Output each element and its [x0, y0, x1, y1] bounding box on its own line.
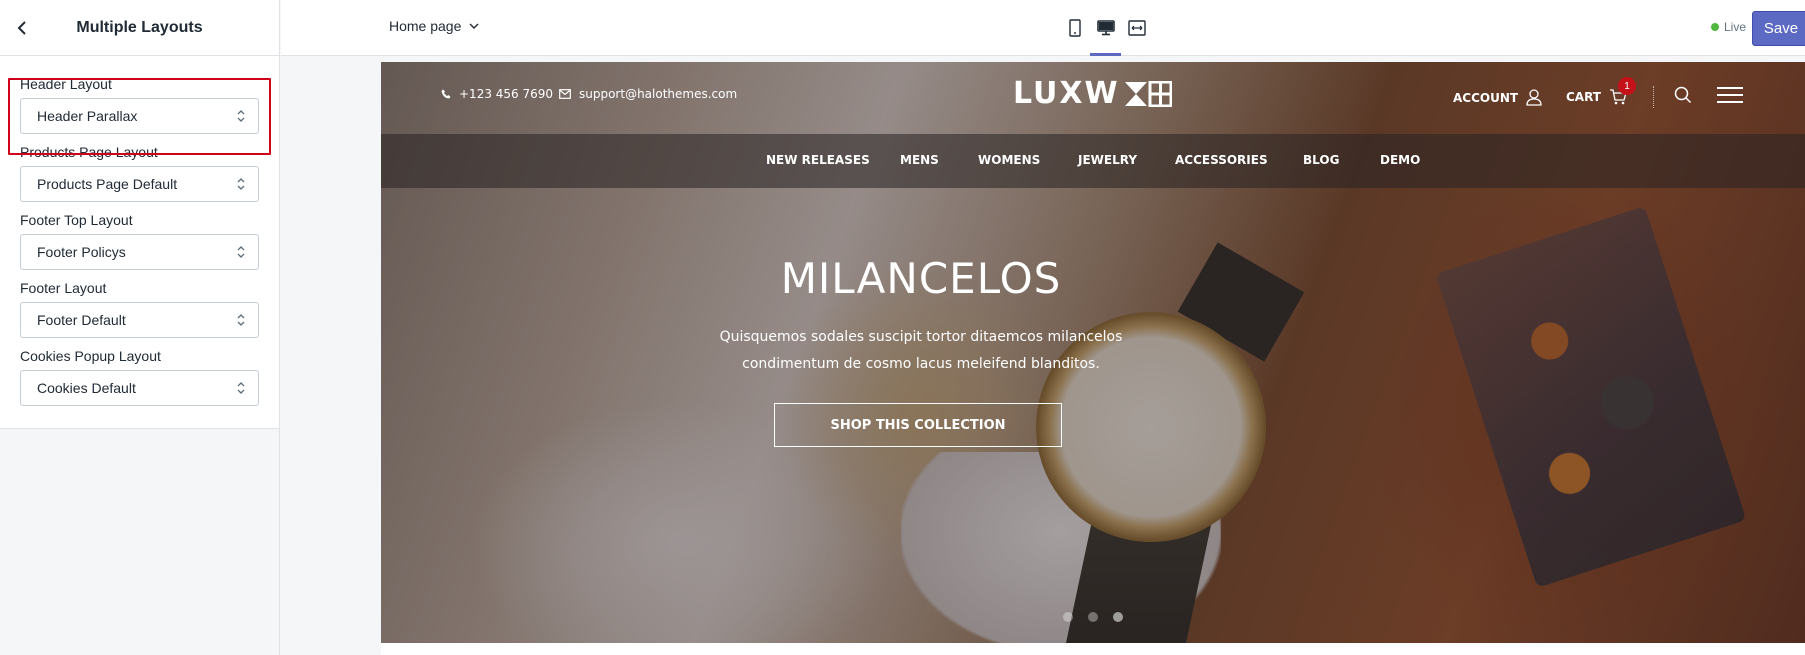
products-page-layout-select[interactable]: Products Page Default: [20, 166, 259, 202]
phone-number: +123 456 7690: [459, 87, 554, 101]
user-icon: [1526, 89, 1542, 106]
select-value: Products Page Default: [37, 176, 178, 192]
field-label: Products Page Layout: [20, 144, 158, 160]
footer-layout-field: Footer Layout Footer Default: [20, 280, 259, 338]
mail-icon: [559, 89, 571, 99]
fullwidth-icon: [1127, 20, 1146, 36]
cookies-popup-layout-select[interactable]: Cookies Default: [20, 370, 259, 406]
fullwidth-view-button[interactable]: [1121, 0, 1152, 56]
logo-mark-icon: [1124, 80, 1172, 107]
hero-subtitle: Quisquemos sodales suscipit tortor ditae…: [719, 329, 1123, 372]
back-button[interactable]: [10, 16, 34, 40]
editor-topbar: Home page Live Save: [281, 0, 1805, 56]
cart-label: CART: [1566, 90, 1601, 104]
chevron-left-icon: [17, 21, 26, 35]
nav-item-blog[interactable]: BLOG: [1303, 153, 1339, 167]
slider-dot[interactable]: [1063, 612, 1073, 622]
mobile-icon: [1068, 19, 1081, 37]
header-divider: [1653, 86, 1654, 108]
account-label: ACCOUNT: [1453, 90, 1519, 105]
live-dot-icon: [1711, 23, 1719, 31]
theme-preview: +123 456 7690 support@halothemes.com LUX…: [381, 62, 1805, 655]
nav-item-womens[interactable]: WOMENS: [978, 153, 1040, 167]
desktop-icon: [1096, 20, 1115, 36]
nav-item-mens[interactable]: MENS: [900, 153, 939, 167]
nav-item-jewelry[interactable]: JEWELRY: [1078, 153, 1137, 167]
sidebar: Multiple Layouts Header Layout Header Pa…: [0, 0, 280, 655]
nav-item-demo[interactable]: DEMO: [1380, 153, 1420, 167]
footer-layout-select[interactable]: Footer Default: [20, 302, 259, 338]
logo-text: LUXW: [1013, 76, 1120, 111]
field-label: Footer Top Layout: [20, 212, 133, 228]
footer-top-layout-field: Footer Top Layout Footer Policys: [20, 212, 259, 270]
header-layout-select[interactable]: Header Parallax: [20, 98, 259, 134]
search-icon[interactable]: [1674, 86, 1692, 104]
select-caret-icon: [237, 382, 245, 394]
store-header: +123 456 7690 support@halothemes.com LUX…: [381, 62, 1805, 132]
field-label: Cookies Popup Layout: [20, 348, 161, 364]
cart-count-badge: 1: [1618, 77, 1636, 95]
layout-settings: Header Layout Header Parallax Products P…: [0, 56, 279, 429]
select-value: Header Parallax: [37, 108, 138, 124]
slider-dot[interactable]: [1088, 612, 1098, 622]
menu-icon[interactable]: [1717, 86, 1743, 104]
select-value: Footer Policys: [37, 244, 126, 260]
live-label: Live: [1724, 20, 1747, 34]
account-link[interactable]: ACCOUNT: [1453, 89, 1542, 106]
slider-dots: [1063, 612, 1123, 622]
nav-item-new-releases[interactable]: NEW RELEASES: [766, 153, 870, 167]
desktop-view-button[interactable]: [1090, 0, 1121, 56]
hero-banner: +123 456 7690 support@halothemes.com LUX…: [381, 62, 1805, 643]
sidebar-title: Multiple Layouts: [76, 18, 203, 36]
select-caret-icon: [237, 246, 245, 258]
phone-icon: [441, 89, 451, 99]
phone-link[interactable]: +123 456 7690: [441, 87, 553, 101]
email-link[interactable]: support@halothemes.com: [559, 87, 737, 101]
field-label: Header Layout: [20, 76, 112, 92]
cart-link[interactable]: CART: [1566, 89, 1627, 105]
select-value: Footer Default: [37, 312, 126, 328]
select-value: Cookies Default: [37, 380, 136, 396]
main-navigation: NEW RELEASES MENS WOMENS JEWELRY ACCESSO…: [381, 134, 1805, 188]
live-status: Live: [1711, 20, 1746, 34]
nav-item-accessories[interactable]: ACCESSORIES: [1175, 153, 1268, 167]
slider-dot-active[interactable]: [1113, 612, 1123, 622]
mobile-view-button[interactable]: [1059, 0, 1090, 56]
footer-top-layout-select[interactable]: Footer Policys: [20, 234, 259, 270]
save-button[interactable]: Save: [1752, 11, 1805, 46]
select-caret-icon: [237, 110, 245, 122]
select-caret-icon: [237, 314, 245, 326]
products-page-layout-field: Products Page Layout Products Page Defau…: [20, 144, 259, 202]
hero-title: MILANCELOS: [780, 254, 1062, 303]
header-layout-field: Header Layout Header Parallax: [20, 76, 259, 134]
device-switcher: [1059, 0, 1152, 56]
page-selector-label: Home page: [389, 18, 462, 34]
select-caret-icon: [237, 178, 245, 190]
store-logo[interactable]: LUXW: [1013, 76, 1172, 111]
chevron-down-icon: [469, 23, 479, 29]
field-label: Footer Layout: [20, 280, 107, 296]
shop-collection-button[interactable]: SHOP THIS COLLECTION: [774, 403, 1062, 447]
email-address: support@halothemes.com: [579, 87, 738, 101]
sidebar-header: Multiple Layouts: [0, 0, 279, 56]
cookies-popup-layout-field: Cookies Popup Layout Cookies Default: [20, 348, 259, 406]
page-selector[interactable]: Home page: [389, 18, 479, 34]
